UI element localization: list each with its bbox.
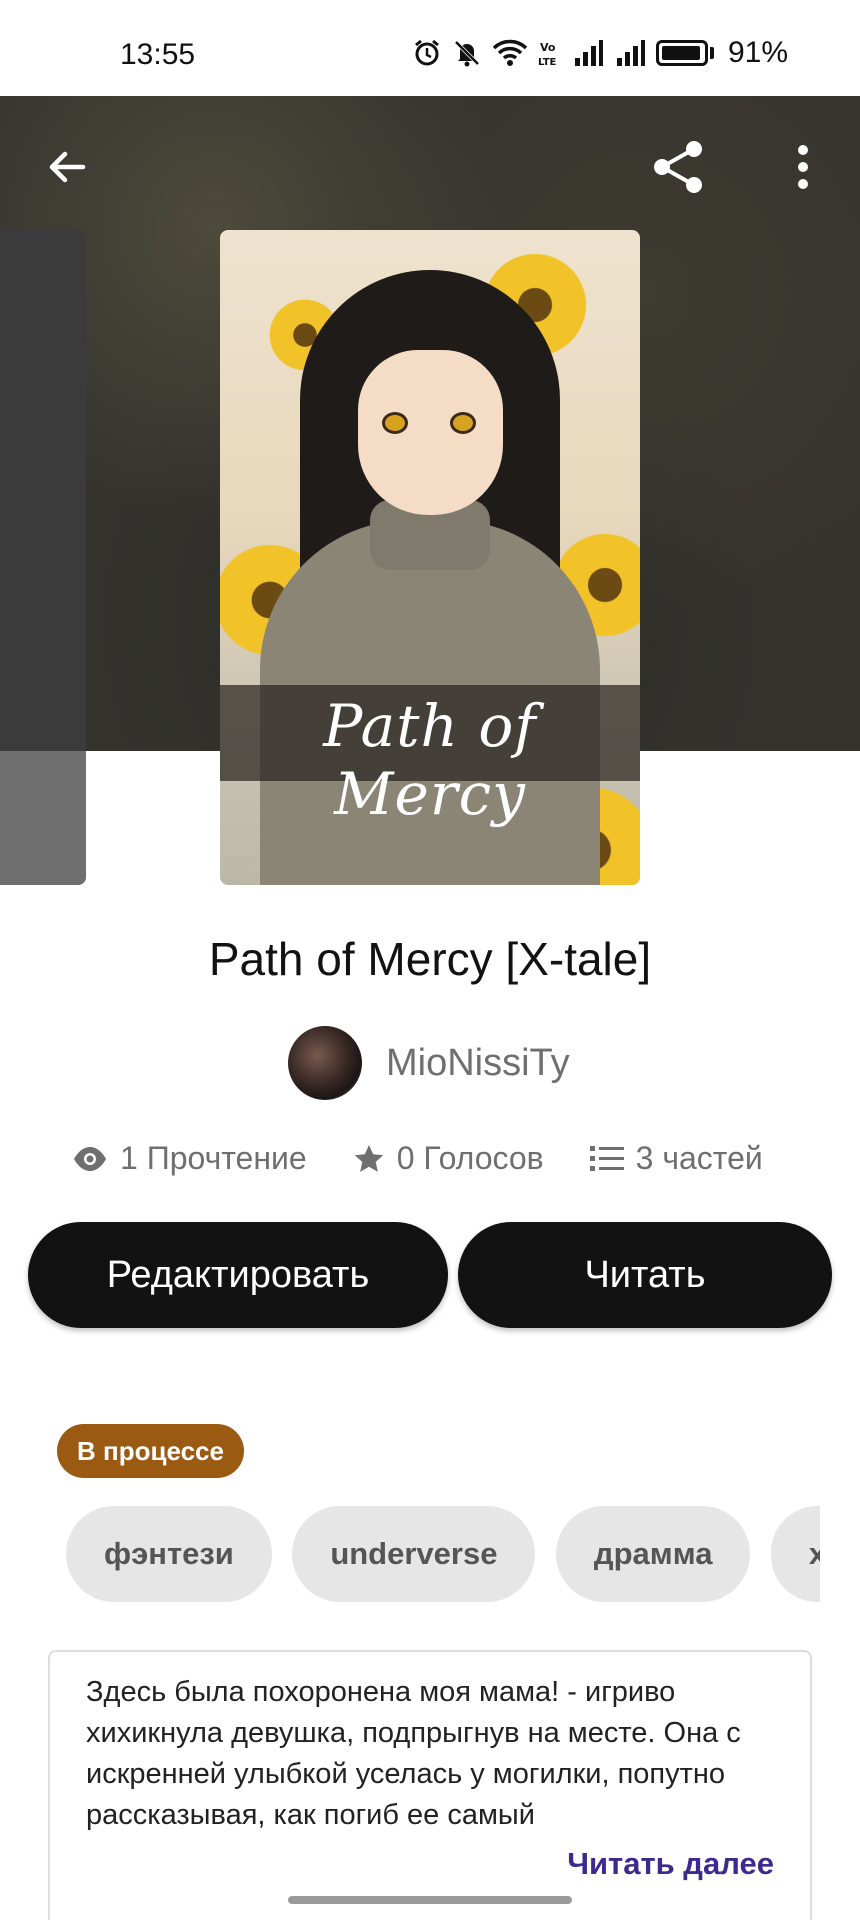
reads-count: 1 Прочтение	[120, 1140, 307, 1176]
more-options-button[interactable]	[768, 132, 838, 202]
previous-story-cover-lower	[0, 751, 86, 885]
share-button[interactable]	[643, 132, 713, 202]
author-link[interactable]: MioNissiTy	[288, 1026, 570, 1100]
status-badge: В процессе	[57, 1424, 244, 1478]
status-bar: 13:55 Vo LTE 91%	[0, 0, 860, 96]
author-avatar[interactable]	[288, 1026, 362, 1100]
svg-text:LTE: LTE	[538, 57, 557, 68]
cover-character-face	[358, 350, 503, 515]
share-icon	[654, 141, 702, 193]
signal-icon	[616, 40, 645, 66]
battery-tip	[709, 47, 714, 59]
read-more-link[interactable]: Читать далее	[567, 1846, 774, 1882]
votes-stat: 0 Голосов	[353, 1140, 544, 1177]
status-time: 13:55	[120, 38, 196, 71]
cover-title-art: Path of Mercy	[323, 692, 537, 828]
tag-chip[interactable]: х	[770, 1506, 820, 1602]
list-icon	[589, 1145, 624, 1171]
alarm-icon	[415, 39, 439, 66]
author-name[interactable]: MioNissiTy	[386, 1042, 570, 1085]
description-card: Здесь была похоронена моя мама! - игриво…	[48, 1650, 812, 1920]
parts-count: 3 частей	[635, 1140, 763, 1176]
back-button[interactable]	[32, 132, 102, 202]
mute-icon	[454, 40, 480, 67]
parts-stat: 3 частей	[589, 1140, 763, 1177]
battery-percent: 91%	[727, 36, 788, 69]
eye-icon	[74, 1146, 106, 1171]
battery-icon	[655, 40, 708, 66]
story-stats: 1 Прочтение 0 Голосов 3 частей	[72, 1140, 809, 1177]
cover-eye	[450, 412, 476, 434]
arrow-left-icon	[49, 151, 86, 183]
signal-icon	[574, 40, 603, 66]
tag-list: фэнтези underverse драмма х	[66, 1506, 820, 1602]
wifi-icon	[492, 39, 528, 66]
volte-icon: Vo LTE	[538, 41, 557, 68]
votes-count: 0 Голосов	[396, 1140, 544, 1176]
description-text: Здесь была похоронена моя мама! - игриво…	[86, 1676, 741, 1831]
cover-eye	[382, 412, 408, 434]
reads-stat: 1 Прочтение	[72, 1140, 307, 1177]
story-title: Path of Mercy [X-tale]	[208, 933, 652, 985]
edit-button[interactable]: Редактировать	[28, 1222, 448, 1328]
read-button[interactable]: Читать	[458, 1222, 832, 1328]
tag-chip[interactable]: драмма	[555, 1506, 751, 1602]
more-vertical-icon	[798, 145, 808, 189]
status-icons: Vo LTE 91%	[412, 36, 788, 70]
tag-chip[interactable]: underverse	[292, 1506, 536, 1602]
tag-chip[interactable]: фэнтези	[66, 1506, 272, 1602]
svg-text:Vo: Vo	[540, 41, 556, 54]
star-icon	[354, 1144, 383, 1172]
home-indicator[interactable]	[288, 1896, 572, 1904]
story-cover: Path of Mercy	[220, 230, 640, 885]
